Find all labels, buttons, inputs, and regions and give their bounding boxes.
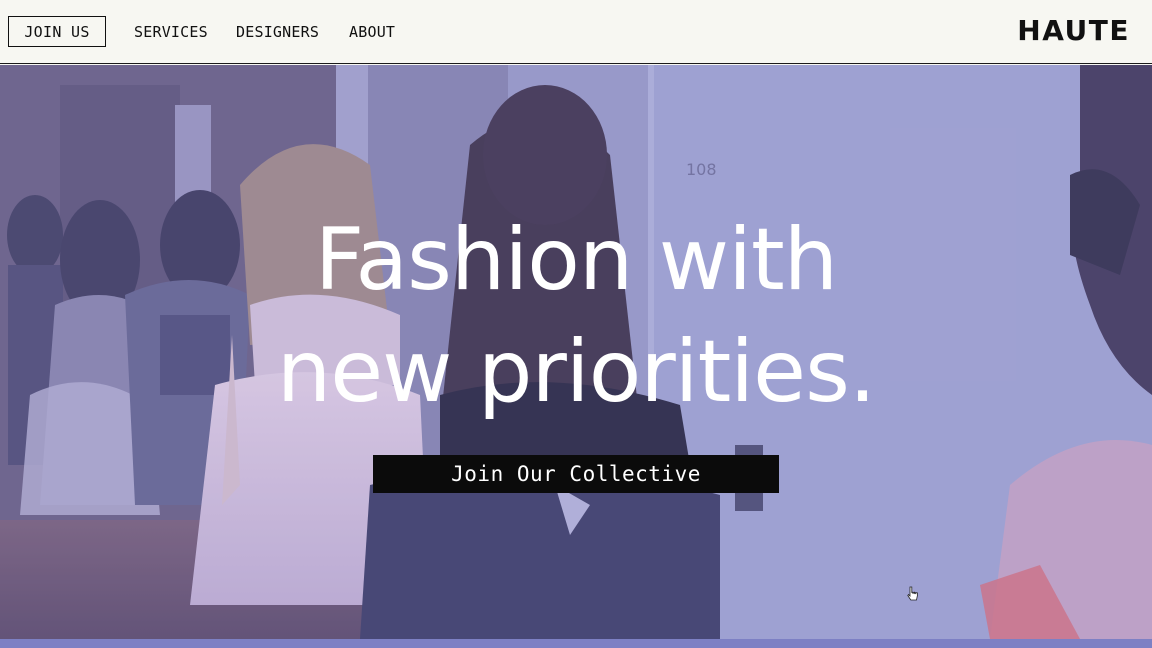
pointer-cursor-icon [907, 586, 918, 601]
nav-link-designers[interactable]: DESIGNERS [236, 22, 319, 42]
join-collective-button[interactable]: Join Our Collective [373, 455, 779, 493]
hero-section: 108 Fashion with new priorities. Join Ou… [0, 65, 1152, 639]
brand-logo[interactable]: HAUTE [1017, 14, 1130, 48]
hero-headline-line1: Fashion with [314, 210, 838, 310]
nav-link-about[interactable]: ABOUT [349, 22, 395, 42]
join-us-button[interactable]: JOIN US [8, 16, 106, 47]
site-header: JOIN US SERVICES DESIGNERS ABOUT HAUTE [0, 0, 1152, 64]
next-section-strip [0, 639, 1152, 648]
hero-headline-line2: new priorities. [276, 322, 876, 422]
nav-link-services[interactable]: SERVICES [134, 22, 208, 42]
